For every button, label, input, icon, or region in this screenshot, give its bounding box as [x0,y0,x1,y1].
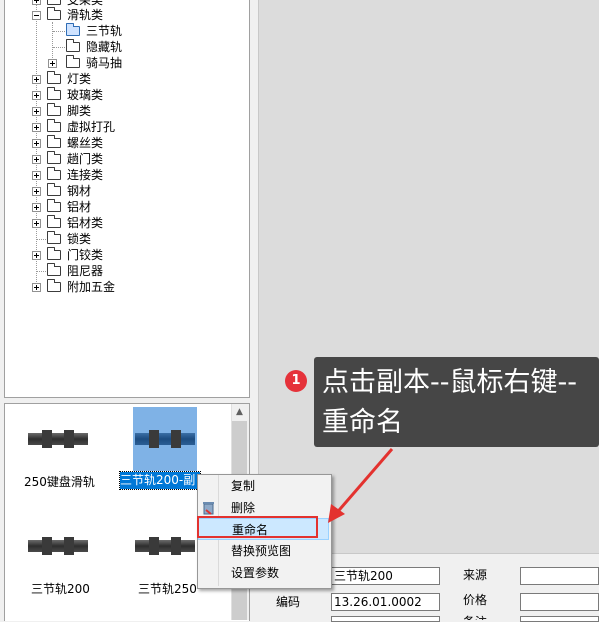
annotation-arrow [328,448,394,523]
step-badge: 1 [285,370,307,392]
callout-text: 点击副本--鼠标右键--重命名 [322,367,577,438]
instruction-callout: 点击副本--鼠标右键--重命名 [314,357,599,447]
